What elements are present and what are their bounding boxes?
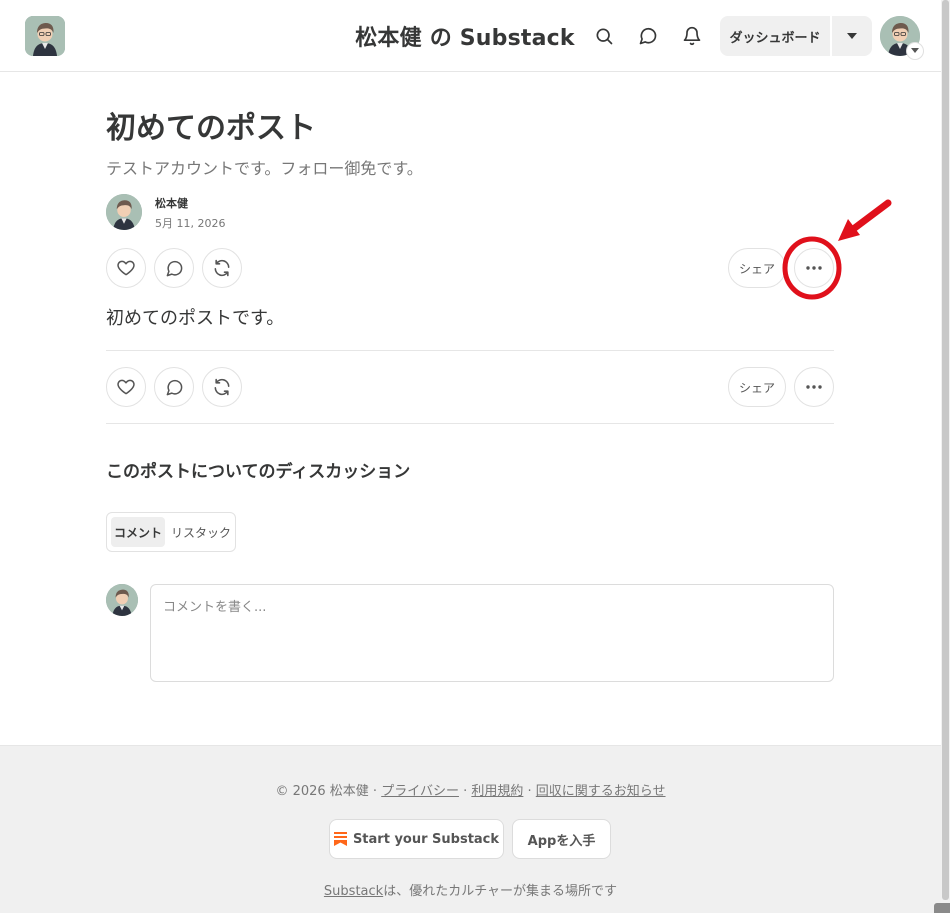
app-window: 松本健 の Substack ダッシュボード 初めてのポスト テストアカウントで… [0,0,941,913]
share-button-bottom[interactable]: シェア [728,367,786,407]
post-body: 初めてのポストです。 [106,308,285,329]
publication-logo[interactable] [25,16,65,56]
restack-icon [214,378,230,396]
discussion-tabs: コメント リスタック [106,512,236,552]
tab-restacks[interactable]: リスタック [169,517,233,547]
post-title: 初めてのポスト [106,111,316,146]
get-app-button[interactable]: Appを入手 [512,819,611,859]
divider [106,350,834,351]
restack-icon [214,259,230,277]
like-button[interactable] [106,248,146,288]
copyright-text: © 2026 松本健 · [275,784,382,799]
search-icon[interactable] [592,24,616,48]
restack-button-bottom[interactable] [202,367,242,407]
heart-icon [117,260,135,276]
commenter-avatar [106,584,138,616]
scrollbar[interactable] [941,0,950,913]
substack-logo-icon [333,832,347,846]
share-button[interactable]: シェア [728,248,786,288]
chat-bubble-icon[interactable] [636,24,660,48]
more-options-button-bottom[interactable] [794,367,834,407]
annotation-highlight [782,199,892,300]
chat-bubble-icon [166,260,182,276]
scrollbar-corner [934,903,950,913]
scrollbar-thumb[interactable] [942,0,949,900]
start-substack-label: Start your Substack [352,831,500,847]
footer-links: © 2026 松本健 · プライバシー · 利用規約 · 回収に関するお知らせ [0,780,941,799]
divider [106,423,834,424]
author-avatar[interactable] [106,194,142,230]
tab-comments[interactable]: コメント [111,517,165,547]
publication-title[interactable]: 松本健 の Substack [300,20,630,52]
caret-down-icon [847,33,857,39]
restack-button[interactable] [202,248,242,288]
like-button-bottom[interactable] [106,367,146,407]
chat-bubble-icon [166,379,182,395]
more-options-button[interactable] [794,248,834,288]
discussion-title: このポストについてのディスカッション [106,462,411,482]
collection-notice-link[interactable]: 回収に関するお知らせ [536,784,666,799]
start-substack-button[interactable]: Start your Substack [329,819,504,859]
dashboard-button[interactable]: ダッシュボード [720,16,830,56]
page-footer: © 2026 松本健 · プライバシー · 利用規約 · 回収に関するお知らせ … [0,745,941,913]
comment-input[interactable] [150,584,834,682]
heart-icon [117,379,135,395]
avatar-menu-caret[interactable] [906,42,924,60]
privacy-link[interactable]: プライバシー [381,784,459,799]
caret-down-icon [911,48,919,53]
separator: · [523,784,536,799]
terms-link[interactable]: 利用規約 [471,784,523,799]
separator: · [458,784,472,799]
author-name[interactable]: 松本健 [155,195,188,211]
tagline-text: は、優れたカルチャーが集まる場所です [383,884,618,899]
top-header: 松本健 の Substack ダッシュボード [0,0,941,72]
ellipsis-icon [806,385,822,389]
footer-tagline: Substackは、優れたカルチャーが集まる場所です [0,880,941,899]
post-date: 5月 11, 2026 [155,217,226,230]
post-subtitle: テストアカウントです。フォロー御免です。 [106,159,423,178]
bell-icon[interactable] [680,24,704,48]
comment-button[interactable] [154,248,194,288]
comment-button-bottom[interactable] [154,367,194,407]
ellipsis-icon [806,266,822,270]
dashboard-menu-button[interactable] [832,16,872,56]
substack-link[interactable]: Substack [324,884,383,899]
